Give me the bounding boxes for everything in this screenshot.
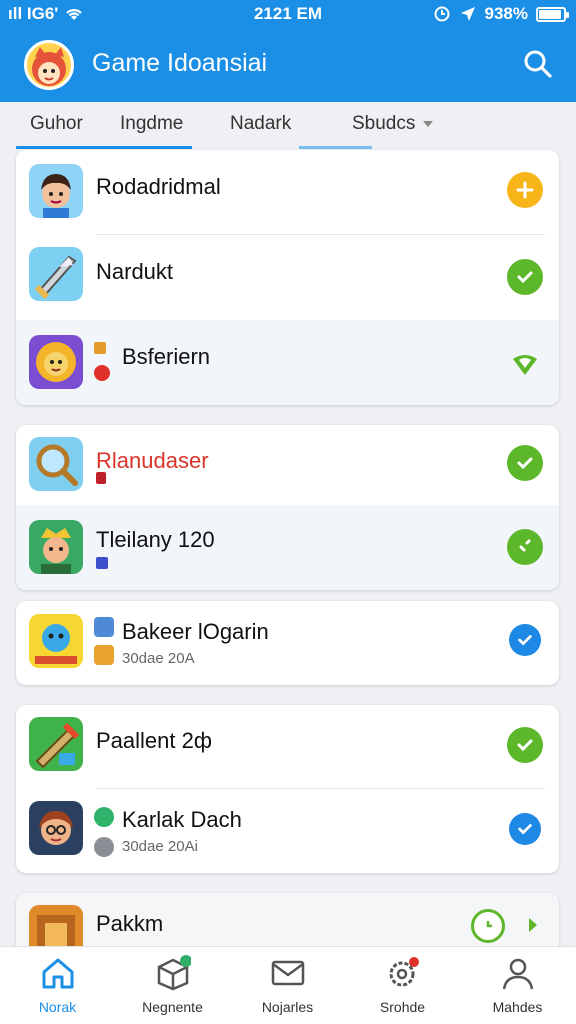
nav-item-nojarles[interactable]: Nojarles xyxy=(230,947,345,1024)
badge-icon xyxy=(94,342,106,354)
game-title: Paallent 2ф xyxy=(96,728,212,753)
add-icon[interactable] xyxy=(507,172,543,208)
profile-icon xyxy=(502,958,534,990)
check-icon[interactable] xyxy=(507,259,543,295)
avatar-girl-icon xyxy=(29,801,83,855)
nav-label: Norak xyxy=(38,999,77,1015)
game-title: Pakkm xyxy=(96,911,164,936)
search-icon[interactable] xyxy=(522,48,554,80)
tab-secondary-indicator xyxy=(299,146,372,149)
nav-item-negnente[interactable]: Negnente xyxy=(115,947,230,1024)
tab-sbudcs-label: Sbudcs xyxy=(352,113,416,134)
box-icon xyxy=(157,955,191,991)
nav-label: Negnente xyxy=(142,999,203,1015)
tab-sbudcs[interactable]: Sbudcs xyxy=(352,113,434,135)
game-card: Bakeer lOgarin 30dae 20A xyxy=(16,601,559,685)
lion-icon xyxy=(29,335,83,389)
nav-item-norak[interactable]: Norak xyxy=(0,947,115,1024)
sword-icon xyxy=(29,247,83,301)
game-title: Nardukt xyxy=(96,259,174,284)
nav-label: Srohde xyxy=(379,999,426,1015)
game-card: Rodadridmal Nardukt Bsferiern xyxy=(16,150,559,405)
alarm-icon xyxy=(434,6,450,22)
home-icon xyxy=(42,958,74,989)
badge-icon xyxy=(96,472,106,484)
check-icon[interactable] xyxy=(509,624,541,656)
battery-fill xyxy=(539,9,561,19)
tab-active-indicator xyxy=(16,146,192,149)
list-item[interactable]: Nardukt xyxy=(16,235,559,319)
app-title: Game Idoansiai xyxy=(92,49,268,77)
tab-bar: Guhor Ingdme Nadark Sbudcs xyxy=(0,102,576,150)
badge-icon xyxy=(94,807,114,827)
check-icon[interactable] xyxy=(507,727,543,763)
game-title: Bakeer lOgarin xyxy=(122,619,269,644)
game-subtitle: 30dae 20A xyxy=(122,650,195,667)
list-item[interactable]: Bsferiern xyxy=(16,320,559,405)
location-icon xyxy=(460,7,475,21)
check-icon[interactable] xyxy=(507,529,543,565)
chevron-right-icon[interactable] xyxy=(521,913,545,937)
list-item[interactable]: Rlanudaser xyxy=(16,425,559,505)
game-card: Paallent 2ф Karlak Dach 30dae 20Ai xyxy=(16,705,559,873)
badge-icon xyxy=(94,837,114,857)
app-bar: ıll IG6' 2121 EM 938% Game Idoansiai xyxy=(0,0,576,102)
game-card: Rlanudaser Tleilany 120 xyxy=(16,425,559,590)
battery-icon xyxy=(536,6,569,22)
list-item[interactable]: Rodadridmal xyxy=(16,150,559,234)
list-item[interactable]: Tleilany 120 xyxy=(16,505,559,590)
game-title: Rodadridmal xyxy=(96,174,221,199)
list-item[interactable]: Paallent 2ф xyxy=(16,705,559,787)
monster-icon xyxy=(29,614,83,668)
check-icon[interactable] xyxy=(507,445,543,481)
battery-percent: 938% xyxy=(484,4,528,23)
nav-item-mahdes[interactable]: Mahdes xyxy=(460,947,575,1024)
game-title: Karlak Dach xyxy=(122,807,242,832)
sword-icon xyxy=(29,717,83,771)
tab-nadark[interactable]: Nadark xyxy=(230,113,291,135)
refresh-icon[interactable] xyxy=(471,909,505,943)
nav-label: Nojarles xyxy=(261,999,314,1015)
heart-badge-icon xyxy=(94,365,110,381)
check-icon[interactable] xyxy=(509,813,541,845)
settings-icon xyxy=(389,957,419,987)
knight-icon xyxy=(29,520,83,574)
game-title: Rlanudaser xyxy=(96,448,209,473)
game-subtitle: 30dae 20Ai xyxy=(122,838,198,855)
list-item[interactable]: Bakeer lOgarin 30dae 20A xyxy=(16,601,559,685)
game-title: Tleilany 120 xyxy=(96,527,215,552)
fox-mascot-icon xyxy=(24,40,74,90)
tab-ingdme[interactable]: Ingdme xyxy=(120,113,183,135)
magnifier-icon xyxy=(29,437,83,491)
badge-icon xyxy=(94,645,114,665)
shield-icon[interactable] xyxy=(507,346,543,382)
mail-icon xyxy=(271,960,305,986)
bottom-nav: Norak Negnente Nojarles Srohde Mahdes xyxy=(0,946,576,1024)
badge-icon xyxy=(96,557,108,569)
chevron-down-icon xyxy=(423,120,434,127)
nav-item-srohde[interactable]: Srohde xyxy=(345,947,460,1024)
status-right: 938% xyxy=(433,4,569,24)
status-bar: ıll IG6' 2121 EM 938% xyxy=(0,0,576,30)
list-item[interactable]: Karlak Dach 30dae 20Ai xyxy=(16,789,559,873)
badge-icon xyxy=(94,617,114,637)
nav-label: Mahdes xyxy=(492,999,543,1015)
game-title: Bsferiern xyxy=(122,344,211,369)
avatar-boy-icon xyxy=(29,164,83,218)
tab-guhor[interactable]: Guhor xyxy=(30,113,83,135)
